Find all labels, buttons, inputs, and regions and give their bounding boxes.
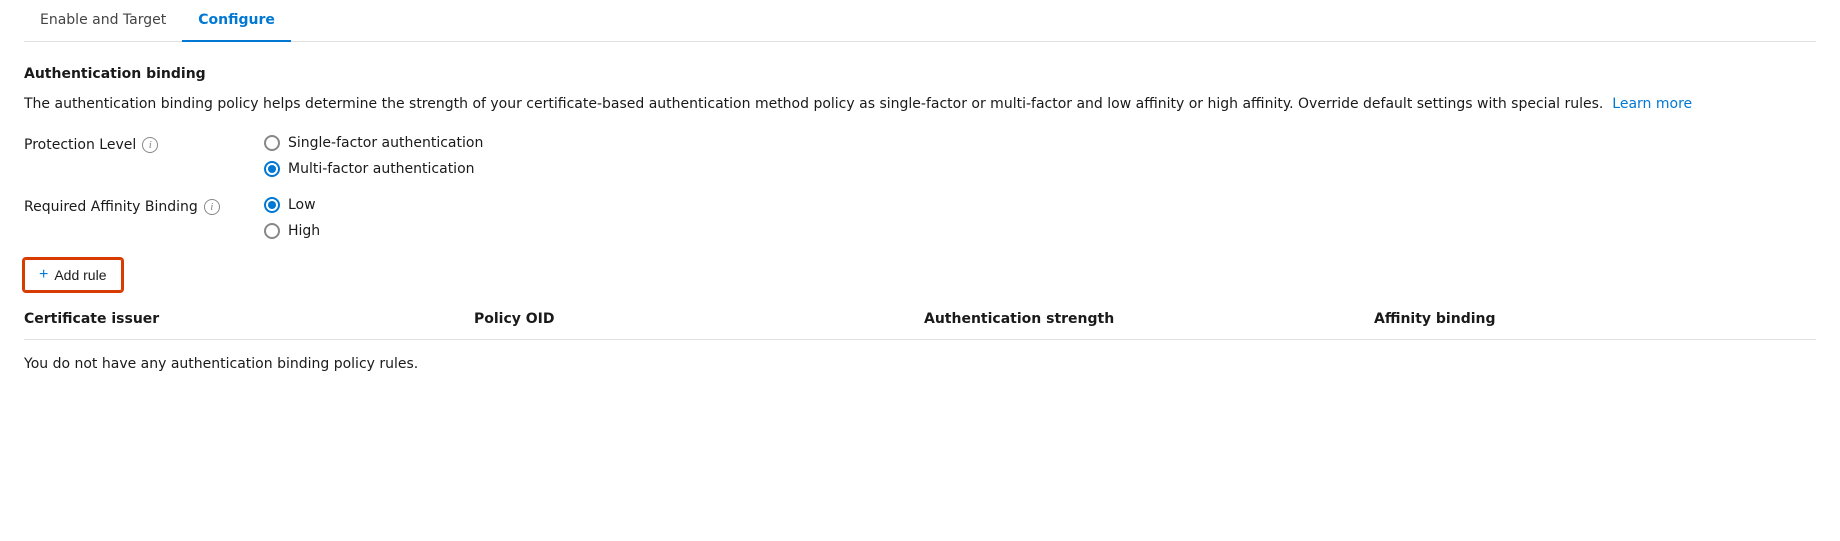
col-policy-oid: Policy OID: [474, 307, 924, 331]
plus-icon: +: [39, 266, 48, 284]
radio-low-indicator: [264, 197, 280, 213]
affinity-binding-label: Required Affinity Binding i: [24, 197, 264, 215]
protection-level-info-icon[interactable]: i: [142, 137, 158, 153]
learn-more-link[interactable]: Learn more: [1612, 96, 1692, 112]
table-header: Certificate issuer Policy OID Authentica…: [24, 307, 1816, 340]
radio-multi-factor-indicator: [264, 161, 280, 177]
affinity-binding-row: Required Affinity Binding i Low High: [24, 197, 1816, 239]
tab-enable-and-target[interactable]: Enable and Target: [24, 0, 182, 42]
page-container: Enable and Target Configure Authenticati…: [0, 0, 1840, 408]
rules-table: Certificate issuer Policy OID Authentica…: [24, 307, 1816, 384]
col-affinity-binding: Affinity binding: [1374, 307, 1816, 331]
protection-level-options: Single-factor authentication Multi-facto…: [264, 135, 483, 177]
add-rule-button[interactable]: + Add rule: [24, 259, 122, 291]
section-title: Authentication binding: [24, 66, 1816, 82]
radio-single-factor-indicator: [264, 135, 280, 151]
affinity-binding-options: Low High: [264, 197, 320, 239]
radio-single-factor[interactable]: Single-factor authentication: [264, 135, 483, 151]
affinity-binding-info-icon[interactable]: i: [204, 199, 220, 215]
tabs-bar: Enable and Target Configure: [24, 0, 1816, 42]
radio-high[interactable]: High: [264, 223, 320, 239]
tab-configure[interactable]: Configure: [182, 0, 291, 42]
protection-level-row: Protection Level i Single-factor authent…: [24, 135, 1816, 177]
protection-level-label: Protection Level i: [24, 135, 264, 153]
radio-high-indicator: [264, 223, 280, 239]
radio-low[interactable]: Low: [264, 197, 320, 213]
table-empty-message: You do not have any authentication bindi…: [24, 344, 1816, 384]
col-certificate-issuer: Certificate issuer: [24, 307, 474, 331]
col-authentication-strength: Authentication strength: [924, 307, 1374, 331]
add-rule-label: Add rule: [54, 267, 106, 283]
section-description: The authentication binding policy helps …: [24, 94, 1724, 115]
radio-multi-factor[interactable]: Multi-factor authentication: [264, 161, 483, 177]
